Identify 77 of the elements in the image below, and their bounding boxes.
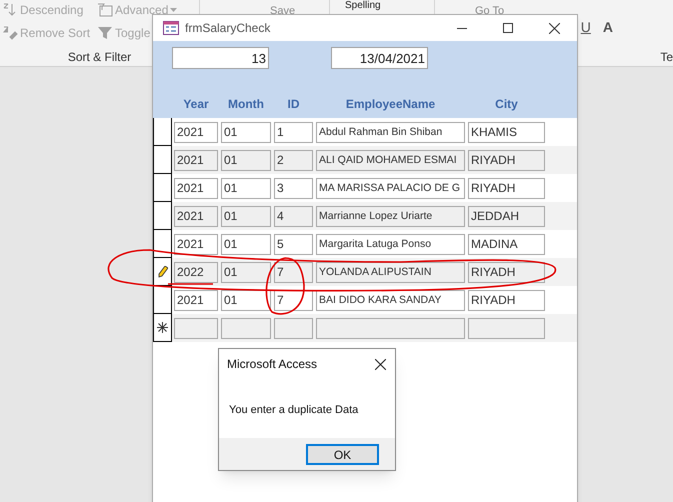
name-cell[interactable] [316,318,465,338]
year-cell[interactable]: 2022 [174,262,218,282]
id-cell[interactable]: 4 [274,206,313,226]
pencil-icon [158,266,168,278]
name-cell[interactable]: ALI QAID MOHAMED ESMAI [316,150,465,170]
city-cell[interactable]: RIYADH [468,178,545,198]
header-field[interactable]: 13 [172,47,269,69]
city-cell[interactable]: KHAMIS [468,122,545,142]
year-cell[interactable] [174,318,218,338]
sort-descending-icon [2,2,18,18]
name-cell[interactable]: BAI DIDO KARA SANDAY [316,290,465,310]
close-icon [374,358,386,370]
name-cell[interactable]: YOLANDA ALIPUSTAIN [316,262,465,282]
year-cell[interactable]: 2021 [174,122,218,142]
record-selector[interactable] [153,118,172,146]
group-label: Sort & Filter [66,49,132,66]
header-field[interactable]: 13/04/2021 [331,47,428,69]
group-label: Te [660,49,673,66]
filter-icon [97,25,113,41]
month-cell[interactable] [221,318,271,338]
month-cell[interactable]: 01 [221,178,271,198]
record-selector[interactable] [153,258,172,286]
id-cell[interactable]: 2 [274,150,313,170]
column-header: EmployeeName [344,96,436,113]
year-cell[interactable]: 2021 [174,178,218,198]
record-selector[interactable] [153,202,172,230]
underline-button[interactable]: U [580,17,591,38]
asterisk-icon [157,322,168,333]
font-color-button[interactable]: A [602,17,613,38]
id-cell[interactable]: 5 [274,234,313,254]
month-cell[interactable]: 01 [221,150,271,170]
year-cell[interactable]: 2021 [174,206,218,226]
month-cell[interactable]: 01 [221,122,271,142]
name-cell[interactable]: MA MARISSA PALACIO DE G [316,178,465,198]
dropdown-arrow-icon [170,8,178,12]
month-cell[interactable]: 01 [221,262,271,282]
circle-annotation [266,257,305,315]
record-selector[interactable] [153,286,172,314]
city-cell[interactable] [468,318,545,338]
month-cell[interactable]: 01 [221,234,271,254]
column-header: Year [182,96,210,113]
id-cell[interactable]: 3 [274,178,313,198]
underline-annotation [168,283,213,285]
eraser-icon [2,25,18,41]
city-cell[interactable]: RIYADH [468,290,545,310]
month-cell[interactable]: 01 [221,290,271,310]
record-selector[interactable] [153,230,172,258]
record-selector[interactable] [153,146,172,174]
dialog-message: You enter a duplicate Data [228,403,360,418]
month-cell[interactable]: 01 [221,206,271,226]
name-cell[interactable]: Abdul Rahman Bin Shiban [316,122,465,142]
name-cell[interactable]: Marrianne Lopez Uriarte [316,206,465,226]
id-cell[interactable]: 1 [274,122,313,142]
close-icon [548,22,560,34]
column-header: Month [227,96,265,113]
city-cell[interactable]: RIYADH [468,262,545,282]
maximize-icon [503,23,513,33]
city-cell[interactable]: MADINA [468,234,545,254]
window-title: frmSalaryCheck [185,20,272,37]
year-cell[interactable]: 2021 [174,150,218,170]
column-header: ID [286,96,300,113]
filter-form-icon [97,2,113,18]
close-button[interactable] [373,357,387,371]
name-cell[interactable]: Margarita Latuga Ponso [316,234,465,254]
id-cell[interactable]: 7 [274,262,313,282]
ok-button[interactable]: OK [306,444,379,464]
column-header: City [494,96,519,113]
form-icon [163,21,179,35]
record-selector[interactable] [153,314,172,342]
spelling-button[interactable]: Spelling [345,0,381,11]
year-cell[interactable]: 2021 [174,234,218,254]
year-cell[interactable]: 2021 [174,290,218,310]
city-cell[interactable]: RIYADH [468,150,545,170]
dialog-title: Microsoft Access [227,356,318,373]
record-selector[interactable] [153,174,172,202]
id-cell[interactable] [274,318,313,338]
city-cell[interactable]: JEDDAH [468,206,545,226]
